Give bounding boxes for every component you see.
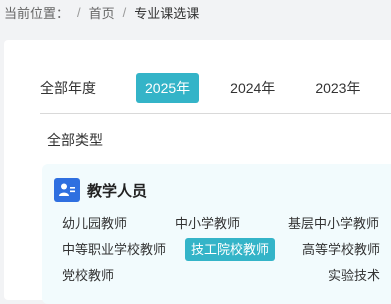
year-option-2025[interactable]: 2025年 — [136, 73, 200, 103]
tag-technical-college-teacher[interactable]: 技工院校教师 — [185, 238, 276, 261]
teacher-user-icon — [54, 178, 80, 202]
breadcrumb-separator: / — [122, 4, 127, 20]
breadcrumb: 当前位置： / 首页 / 专业课选课 — [4, 3, 199, 21]
filter-divider — [40, 113, 391, 114]
year-option-2024[interactable]: 2024年 — [221, 73, 284, 103]
breadcrumb-home-link[interactable]: 首页 — [89, 3, 115, 22]
category-title: 教学人员 — [87, 182, 148, 200]
breadcrumb-separator: / — [77, 4, 81, 20]
tag-university-teacher[interactable]: 高等学校教师 — [296, 238, 386, 261]
course-filter-card: 全部年度 2025年 2024年 2023年 全部类型 教学人员 幼儿园教师 中… — [4, 40, 391, 304]
category-header: 教学人员 — [54, 178, 147, 202]
tag-secondary-vocational-teacher[interactable]: 中等职业学校教师 — [56, 238, 172, 261]
category-panel: 教学人员 幼儿园教师 中小学教师 基层中小学教师 中等职业学校教师 技工院校教师… — [42, 164, 391, 304]
breadcrumb-current: 专业课选课 — [134, 5, 200, 21]
tag-rural-primary-secondary-teacher[interactable]: 基层中小学教师 — [282, 212, 385, 235]
year-filter-all[interactable]: 全部年度 — [40, 78, 136, 98]
tag-kindergarten-teacher[interactable]: 幼儿园教师 — [56, 212, 133, 235]
year-option-2023[interactable]: 2023年 — [306, 73, 369, 103]
type-filter-all[interactable]: 全部类型 — [47, 130, 103, 150]
year-filter: 全部年度 2025年 2024年 2023年 — [40, 72, 391, 104]
breadcrumb-prefix: 当前位置： — [4, 5, 70, 21]
tag-primary-secondary-teacher[interactable]: 中小学教师 — [169, 212, 246, 235]
